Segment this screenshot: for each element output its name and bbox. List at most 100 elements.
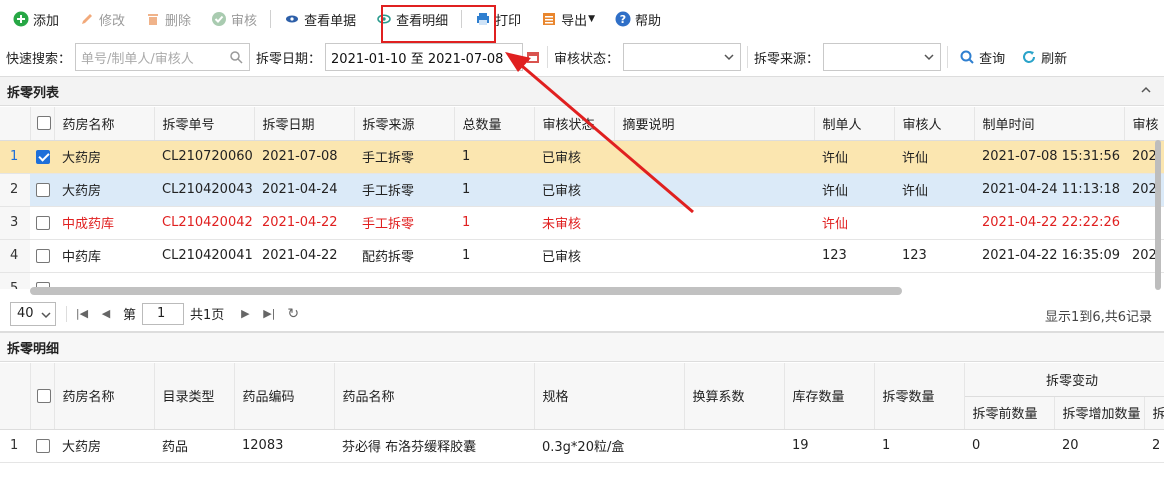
detail-column-header[interactable]: 药品编码 — [234, 363, 335, 430]
search-bar: 快速搜索： 单号/制单人/审核人 拆零日期： 2021-01-10 至 2021… — [0, 39, 1164, 75]
page-number-input[interactable]: 1 — [142, 302, 185, 325]
column-header[interactable]: 制单时间 — [974, 107, 1125, 141]
pager-divider — [66, 305, 67, 322]
row-checkbox-cell[interactable] — [30, 173, 54, 207]
table-cell: 2 — [1144, 429, 1164, 463]
table-cell: 许仙 — [814, 206, 894, 240]
page-total: 共1页 — [190, 308, 225, 323]
refresh-button[interactable]: 刷新 — [1016, 45, 1072, 69]
table-cell: 已审核 — [534, 173, 614, 207]
change-group-header: 拆零变动 — [964, 363, 1164, 397]
detail-column-header[interactable]: 规格 — [534, 363, 685, 430]
table-cell — [614, 140, 814, 174]
reload-icon[interactable]: ↻ — [284, 305, 302, 323]
detail-sub-column-header[interactable]: 拆零前数量 — [964, 396, 1055, 430]
row-checkbox[interactable] — [36, 215, 50, 230]
row-number: 4 — [0, 239, 30, 273]
chevron-down-icon — [41, 309, 51, 324]
last-page-icon[interactable]: ▶| — [260, 305, 278, 323]
detail-column-header[interactable]: 拆零数量 — [874, 363, 965, 430]
chevron-down-icon — [724, 51, 734, 61]
page-size-select[interactable]: 40 — [10, 301, 56, 326]
column-header[interactable]: 药房名称 — [54, 107, 155, 141]
collapse-icon[interactable] — [1140, 84, 1152, 96]
calendar-icon — [526, 50, 540, 68]
status-select[interactable] — [623, 43, 742, 71]
column-header[interactable]: 拆零来源 — [354, 107, 455, 141]
column-header[interactable]: 审核人 — [894, 107, 975, 141]
vertical-scrollbar[interactable] — [1155, 140, 1161, 290]
search-icon — [959, 49, 975, 65]
select-all-checkbox-cell[interactable] — [30, 107, 55, 141]
detail-column-header[interactable]: 药房名称 — [54, 363, 155, 430]
horizontal-scrollbar[interactable] — [30, 287, 902, 295]
detail-column-header[interactable]: 换算系数 — [684, 363, 785, 430]
row-checkbox-cell[interactable] — [30, 429, 54, 463]
row-checkbox[interactable] — [36, 149, 50, 164]
delete-button[interactable]: 删除 — [140, 7, 196, 31]
export-label: 导出 — [561, 13, 588, 29]
row-checkbox-cell[interactable] — [30, 239, 54, 273]
table-row[interactable]: 3 中成药库 CL210420042 2021-04-22 手工拆零 1 未审核 许仙 2021… — [0, 206, 1164, 240]
table-row[interactable]: 1 大药房 CL210720060 2021-07-08 手工拆零 1 已审核 许仙 许仙 202… — [0, 140, 1164, 174]
list-panel-title: 拆零列表 — [7, 85, 60, 101]
table-cell: 大药房 — [54, 140, 154, 174]
column-header[interactable]: 总数量 — [454, 107, 535, 141]
table-row[interactable]: 2 大药房 CL210420043 2021-04-24 手工拆零 1 已审核 许仙 许仙 202… — [0, 173, 1164, 207]
export-dropdown[interactable]: 导出 ▼ — [536, 7, 600, 31]
record-info: 显示1到6,共6记录 — [1045, 310, 1152, 325]
table-cell: 2021-04-22 22:22:26 — [974, 206, 1124, 240]
page-number-value: 1 — [157, 306, 166, 321]
column-header[interactable]: 制单人 — [814, 107, 895, 141]
date-range-value: 2021-01-10 至 2021-07-08 — [331, 51, 504, 67]
row-checkbox[interactable] — [36, 248, 50, 263]
detail-select-all-cell[interactable] — [30, 363, 55, 430]
detail-column-header[interactable]: 目录类型 — [154, 363, 235, 430]
quick-search-input[interactable]: 单号/制单人/审核人 — [75, 43, 251, 71]
table-row[interactable]: 4 中药库 CL210420041 2021-04-22 配药拆零 1 已审核 123 123 2… — [0, 239, 1164, 273]
table-cell: 2021-04-22 — [254, 239, 354, 273]
column-header[interactable]: 摘要说明 — [614, 107, 815, 141]
view-doc-button[interactable]: 查看单据 — [279, 7, 361, 31]
row-checkbox[interactable] — [36, 182, 50, 197]
prev-page-icon[interactable]: ◀ — [97, 305, 115, 323]
page-size-value: 40 — [17, 306, 34, 321]
source-select[interactable] — [823, 43, 942, 71]
first-page-icon[interactable]: |◀ — [73, 305, 91, 323]
detail-column-header[interactable]: 药品名称 — [334, 363, 535, 430]
source-label: 拆零来源： — [754, 51, 820, 67]
audit-button[interactable]: 审核 — [206, 7, 262, 31]
detail-select-all-checkbox[interactable] — [36, 388, 51, 403]
view-doc-label: 查看单据 — [304, 13, 357, 29]
export-table-icon — [541, 11, 557, 27]
quick-search-placeholder: 单号/制单人/审核人 — [81, 51, 194, 67]
detail-column-header[interactable]: 库存数量 — [784, 363, 875, 430]
next-page-icon[interactable]: ▶ — [236, 305, 254, 323]
table-cell: 未审核 — [534, 206, 614, 240]
row-number: 1 — [0, 429, 30, 463]
date-range-input[interactable]: 2021-01-10 至 2021-07-08 — [325, 43, 540, 71]
detail-sub-column-header[interactable]: 拆零增加数量 — [1054, 396, 1145, 430]
table-cell: 1 — [454, 239, 534, 273]
add-button[interactable]: 添加 — [8, 7, 64, 31]
row-checkbox[interactable] — [36, 438, 50, 453]
detail-sub-column-header[interactable]: 拆 — [1144, 396, 1164, 430]
row-checkbox-cell[interactable] — [30, 140, 54, 174]
column-header[interactable]: 审核状态 — [534, 107, 615, 141]
table-cell: 0 — [964, 429, 1054, 463]
row-checkbox-cell[interactable] — [30, 206, 54, 240]
search-divider — [547, 46, 549, 68]
detail-table-row[interactable]: 1 大药房 药品 12083 芬必得 布洛芬缓释胶囊 0.3g*20粒/盒 19… — [0, 429, 1164, 463]
column-header[interactable]: 审核 — [1124, 107, 1164, 141]
quick-search-label: 快速搜索： — [6, 51, 72, 67]
table-cell: 123 — [894, 239, 974, 273]
search-divider — [747, 46, 749, 68]
column-header[interactable]: 拆零日期 — [254, 107, 355, 141]
list-panel-header: 拆零列表 — [0, 76, 1164, 106]
help-button[interactable]: ? 帮助 — [610, 7, 666, 31]
column-header[interactable]: 拆零单号 — [154, 107, 255, 141]
row-number: 2 — [0, 173, 30, 207]
edit-button[interactable]: 修改 — [74, 7, 130, 31]
select-all-checkbox[interactable] — [36, 116, 51, 131]
query-button[interactable]: 查询 — [954, 45, 1010, 69]
